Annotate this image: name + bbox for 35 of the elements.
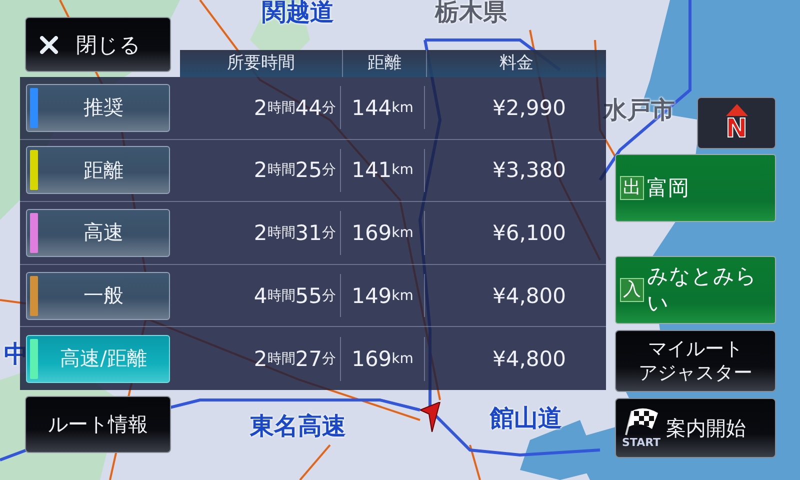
road-label: 関越道 <box>262 0 334 26</box>
close-button[interactable]: 閉じる <box>25 17 171 72</box>
fee-cell: ¥4,800 <box>424 274 606 318</box>
route-info-button[interactable]: ルート情報 <box>25 396 171 453</box>
column-header: 所要時間 <box>226 52 296 75</box>
distance-cell: 144km <box>340 86 424 130</box>
time-cell-text: 2時間44分 <box>252 94 337 122</box>
sign-badge: 出 <box>620 176 644 200</box>
my-route-adjuster-button[interactable]: マイルート アジャスター <box>615 330 776 392</box>
sign-name: 富岡 <box>647 174 689 202</box>
fee-cell: ¥2,990 <box>424 86 606 130</box>
distance-cell: 169km <box>340 336 424 381</box>
fee-cell: ¥4,800 <box>424 336 606 381</box>
north-arrow-icon <box>726 104 748 116</box>
time-cell-text: 2時間31分 <box>252 220 337 247</box>
route-type-tab[interactable]: 一般 <box>26 272 170 320</box>
distance-cell: 141km <box>340 148 424 192</box>
distance-cell: 169km <box>340 211 424 255</box>
sign-name: みなとみらい <box>647 263 758 317</box>
road-label: 東名高速 <box>250 412 346 440</box>
route-type-tab[interactable]: 距離 <box>26 146 170 194</box>
fee-cell: ¥6,100 <box>424 211 606 255</box>
time-cell-text: 2時間25分 <box>252 157 337 184</box>
route-type-tab[interactable]: 推奨 <box>26 84 170 132</box>
time-cell-text: 4時間55分 <box>252 282 337 310</box>
road-label: 館山道 <box>490 404 562 432</box>
place-label: 栃木県 <box>435 0 507 26</box>
route-type-tab[interactable]: 高速 <box>26 208 170 257</box>
time-cell-text: 2時間27分 <box>252 346 337 373</box>
close-icon <box>40 36 58 54</box>
start-guidance-button[interactable]: START 案内開始 <box>615 398 776 458</box>
fee-cell: ¥3,380 <box>424 148 606 192</box>
sign-badge: 入 <box>620 278 644 302</box>
vehicle-arrow-icon <box>420 402 442 432</box>
distance-cell: 149km <box>340 274 424 318</box>
